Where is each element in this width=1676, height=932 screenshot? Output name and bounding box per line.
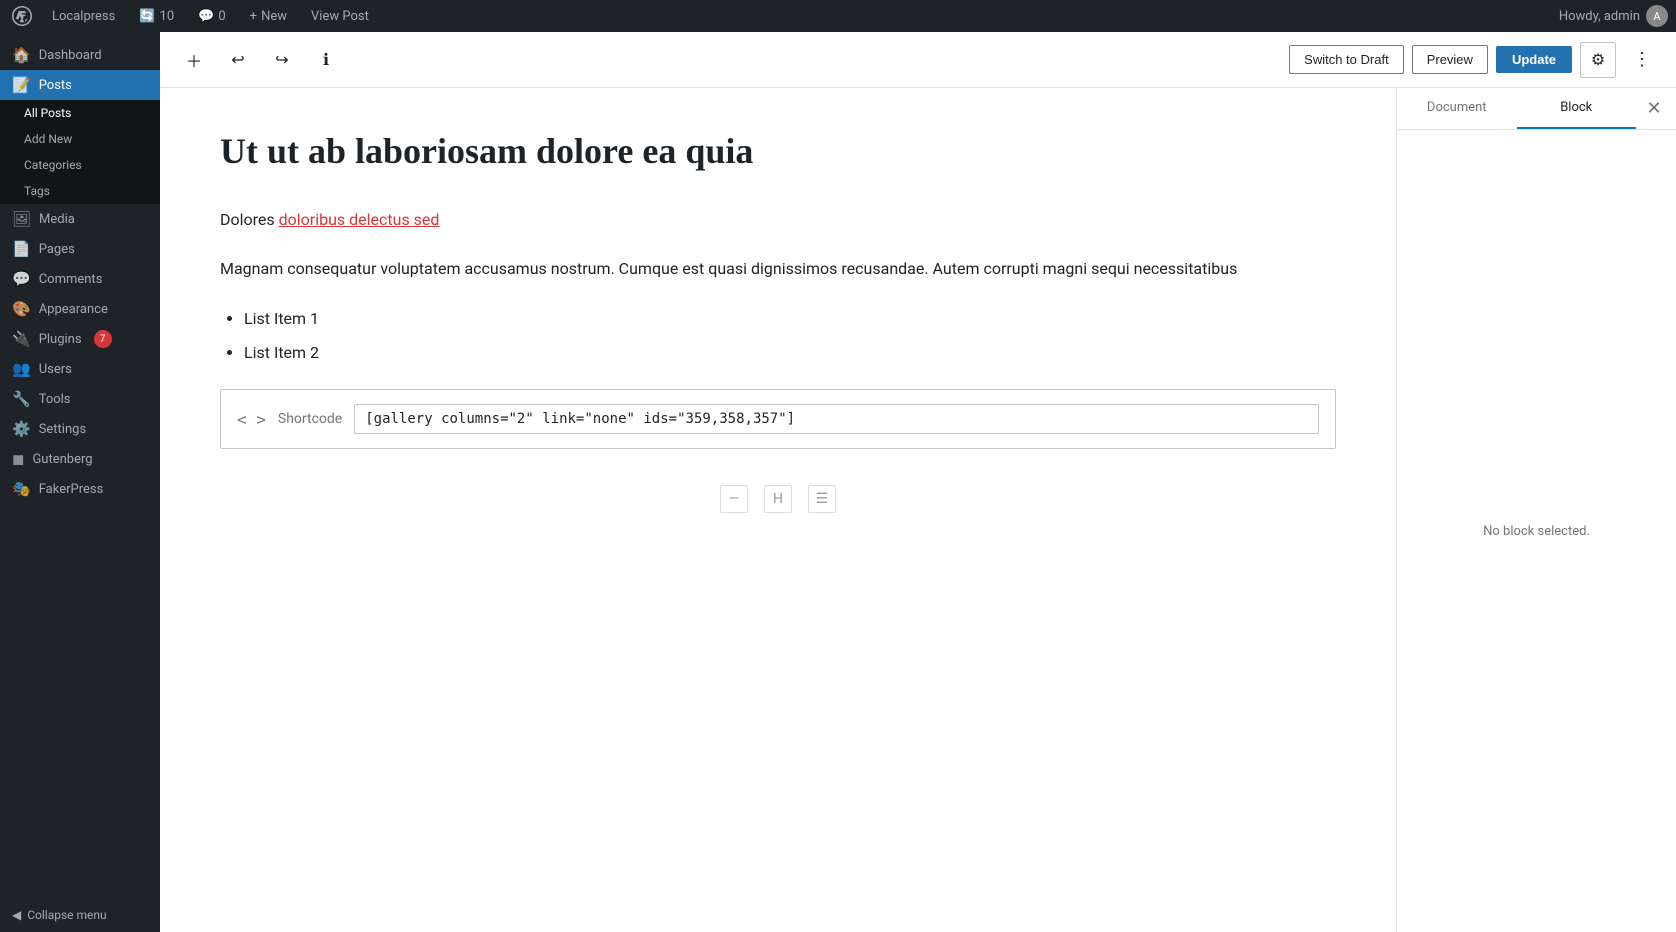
block-toolbar-list[interactable]: ☰ [808,485,836,513]
adminbar-updates[interactable]: 🔄 10 [131,9,182,24]
panel-content: No block selected. [1397,130,1676,932]
appearance-icon: 🎨 [12,300,31,318]
sidebar: 🏠 Dashboard 📝 Posts All Posts Add New Ca… [0,32,160,932]
adminbar-right: Howdy, admin A [1559,5,1668,27]
post-paragraph-2[interactable]: Magnam consequatur voluptatem accusamus … [220,256,1336,282]
sidebar-item-dashboard[interactable]: 🏠 Dashboard [0,40,160,70]
panel-settings-button[interactable]: ⚙ [1580,42,1616,78]
tools-icon: 🔧 [12,390,31,408]
preview-button[interactable]: Preview [1412,45,1488,74]
editor-body: Ut ut ab laboriosam dolore ea quia Dolor… [160,88,1676,932]
redo-button[interactable]: ↪ [264,42,300,78]
sidebar-item-media[interactable]: 🖼 Media [0,204,160,234]
block-toolbar: — H ☰ [220,473,1336,525]
sidebar-item-tools[interactable]: 🔧 Tools [0,384,160,414]
block-toolbar-minus[interactable]: — [720,485,748,513]
sidebar-item-comments[interactable]: 💬 Comments [0,264,160,294]
adminbar-view-post[interactable]: View Post [303,9,377,24]
info-icon: ℹ [323,50,329,70]
collapse-icon: ◀ [12,908,21,922]
add-block-icon: ＋ [186,48,202,72]
adminbar-site-name[interactable]: Localpress [44,9,123,24]
sidebar-item-tags[interactable]: Tags [0,178,160,204]
shortcode-icon: < > [237,410,266,429]
ellipsis-icon: ⋮ [1633,49,1651,70]
list-item[interactable]: List Item 2 [244,340,1336,366]
panel-close-button[interactable]: ✕ [1636,91,1672,127]
sidebar-section-main: 🏠 Dashboard 📝 Posts All Posts Add New Ca… [0,32,160,512]
toolbar-right: Switch to Draft Preview Update ⚙ ⋮ [1289,42,1660,78]
post-title[interactable]: Ut ut ab laboriosam dolore ea quia [220,128,1336,175]
add-block-button[interactable]: ＋ [176,42,212,78]
shortcode-input[interactable] [354,404,1319,434]
undo-icon: ↩ [231,50,244,70]
main-layout: 🏠 Dashboard 📝 Posts All Posts Add New Ca… [0,32,1676,932]
users-icon: 👥 [12,360,31,378]
undo-button[interactable]: ↩ [220,42,256,78]
block-toolbar-heading[interactable]: H [764,485,792,513]
panel-tabs: Document Block ✕ [1397,88,1676,130]
more-options-button[interactable]: ⋮ [1624,42,1660,78]
list-item[interactable]: List Item 1 [244,306,1336,332]
posts-icon: 📝 [12,76,31,94]
right-panel: Document Block ✕ No block selected. [1396,88,1676,932]
post-list: List Item 1 List Item 2 [244,306,1336,365]
update-button[interactable]: Update [1496,46,1572,73]
adminbar-new[interactable]: + New [242,9,295,24]
post-content[interactable]: Ut ut ab laboriosam dolore ea quia Dolor… [160,88,1396,932]
gutenberg-icon: ◼ [12,450,24,468]
comments-icon: 💬 [12,270,31,288]
sidebar-item-posts[interactable]: 📝 Posts [0,70,160,100]
shortcode-label: Shortcode [278,411,342,427]
adminbar-howdy: Howdy, admin A [1559,5,1668,27]
editor-toolbar: ＋ ↩ ↪ ℹ Switch to Draft Preview Update ⚙… [160,32,1676,88]
sidebar-item-plugins[interactable]: 🔌 Plugins 7 [0,324,160,354]
shortcode-block[interactable]: < > Shortcode [220,389,1336,449]
plugins-icon: 🔌 [12,330,31,348]
close-icon: ✕ [1646,98,1661,119]
sidebar-submenu-posts: All Posts Add New Categories Tags [0,100,160,204]
sidebar-item-all-posts[interactable]: All Posts [0,100,160,126]
fakerpress-icon: 🎭 [12,480,31,498]
media-icon: 🖼 [12,210,31,228]
wp-logo-icon [8,2,36,30]
avatar: A [1646,5,1668,27]
tab-block[interactable]: Block [1517,88,1637,129]
post-paragraph-1[interactable]: Dolores doloribus delectus sed [220,207,1336,233]
sidebar-item-appearance[interactable]: 🎨 Appearance [0,294,160,324]
paragraph1-link[interactable]: doloribus delectus sed [279,210,440,229]
settings-icon: ⚙️ [12,420,31,438]
redo-icon: ↪ [275,50,288,70]
tab-document[interactable]: Document [1397,88,1517,129]
sidebar-collapse-button[interactable]: ◀ Collapse menu [0,898,160,932]
editor-area: ＋ ↩ ↪ ℹ Switch to Draft Preview Update ⚙… [160,32,1676,932]
no-block-selected-text: No block selected. [1483,524,1590,539]
pages-icon: 📄 [12,240,31,258]
sidebar-item-pages[interactable]: 📄 Pages [0,234,160,264]
info-button[interactable]: ℹ [308,42,344,78]
sidebar-item-gutenberg[interactable]: ◼ Gutenberg [0,444,160,474]
adminbar-comments[interactable]: 💬 0 [190,9,234,24]
plugins-badge: 7 [94,330,112,348]
admin-bar: Localpress 🔄 10 💬 0 + New View Post Howd… [0,0,1676,32]
sidebar-item-fakerpress[interactable]: 🎭 FakerPress [0,474,160,504]
settings-cog-icon: ⚙ [1591,50,1605,70]
switch-to-draft-button[interactable]: Switch to Draft [1289,45,1404,74]
sidebar-item-users[interactable]: 👥 Users [0,354,160,384]
sidebar-item-add-new[interactable]: Add New [0,126,160,152]
sidebar-item-settings[interactable]: ⚙️ Settings [0,414,160,444]
sidebar-item-categories[interactable]: Categories [0,152,160,178]
dashboard-icon: 🏠 [12,46,31,64]
